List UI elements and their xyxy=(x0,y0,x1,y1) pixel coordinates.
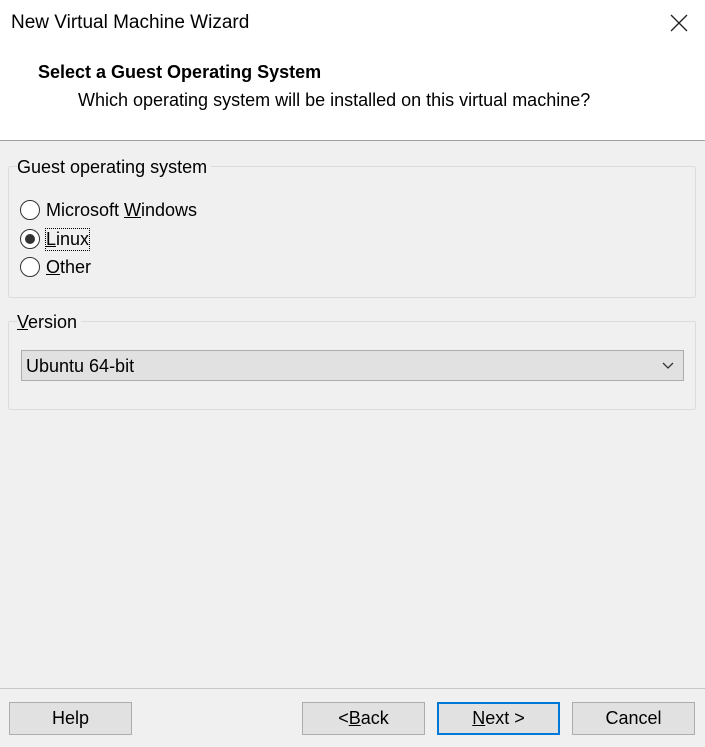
radio-linux[interactable]: Linux xyxy=(20,226,91,252)
radio-label-other: Other xyxy=(46,256,92,277)
wizard-window: New Virtual Machine Wizard Select a Gues… xyxy=(0,0,705,747)
title-bar: New Virtual Machine Wizard xyxy=(0,0,705,50)
version-group-label: Version xyxy=(17,312,82,333)
version-dropdown[interactable]: Ubuntu 64-bit xyxy=(21,350,684,381)
radio-other[interactable]: Other xyxy=(20,254,91,280)
window-title: New Virtual Machine Wizard xyxy=(11,12,250,33)
chevron-down-icon xyxy=(662,362,674,369)
version-selected-value: Ubuntu 64-bit xyxy=(26,356,135,376)
radio-button[interactable] xyxy=(20,257,40,277)
next-button[interactable]: Next > xyxy=(437,702,560,735)
radio-selected-dot xyxy=(25,234,35,244)
radio-label-windows: Microsoft Windows xyxy=(46,199,198,220)
wizard-header: Select a Guest Operating System Which op… xyxy=(0,50,705,141)
radio-button[interactable] xyxy=(20,200,40,220)
help-button[interactable]: Help xyxy=(9,702,132,735)
back-button[interactable]: < Back xyxy=(302,702,425,735)
radio-microsoft-windows[interactable]: Microsoft Windows xyxy=(20,197,197,223)
guest-os-group xyxy=(8,166,696,298)
close-icon xyxy=(670,14,688,32)
page-subtitle: Which operating system will be installed… xyxy=(78,90,591,110)
radio-button-selected[interactable] xyxy=(20,229,40,249)
guest-os-group-label: Guest operating system xyxy=(17,157,212,178)
page-title: Select a Guest Operating System xyxy=(38,62,322,82)
close-button[interactable] xyxy=(653,0,705,46)
cancel-button[interactable]: Cancel xyxy=(572,702,695,735)
footer-divider xyxy=(0,688,705,689)
radio-label-linux: Linux xyxy=(44,227,91,251)
